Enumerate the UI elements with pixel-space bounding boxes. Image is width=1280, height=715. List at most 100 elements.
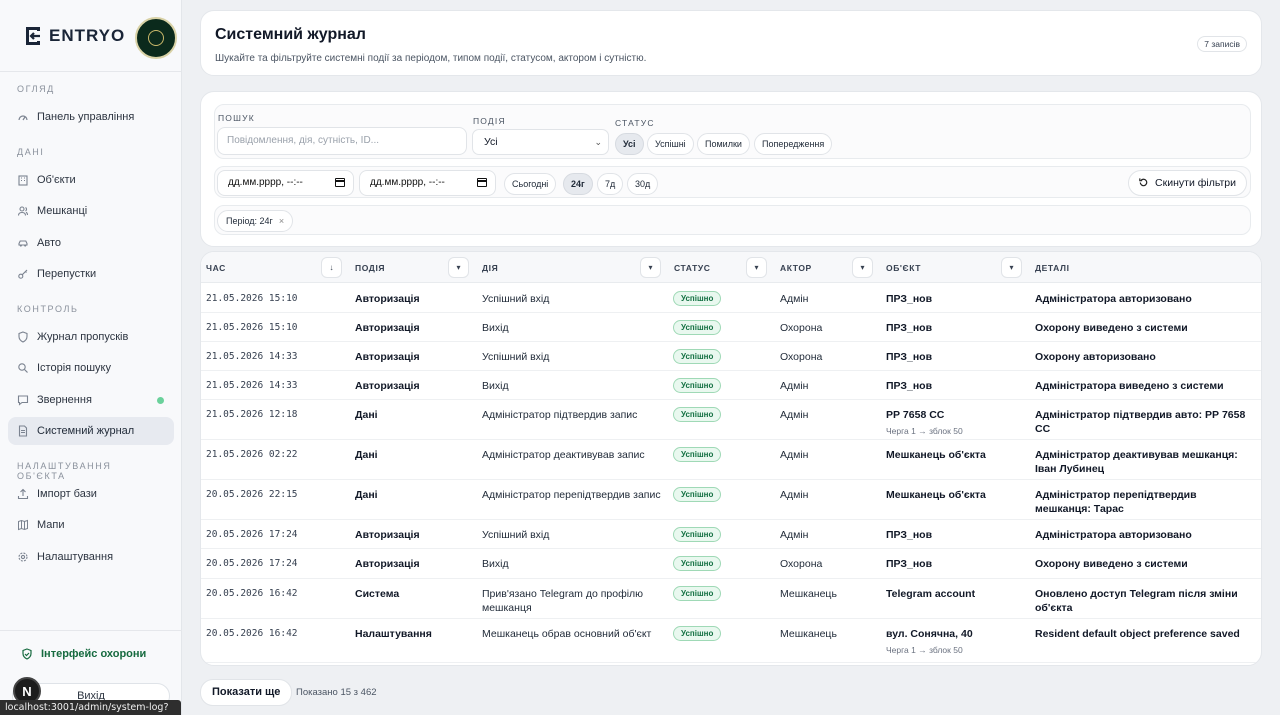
cell-event: Дані (355, 409, 378, 421)
cell-actor: Адмін (780, 380, 809, 392)
status-chip-all[interactable]: Усі (615, 133, 644, 155)
cell-event: Авторизація (355, 293, 420, 305)
active-period-chip[interactable]: Період: 24г × (217, 210, 294, 232)
cell-object-name: ПРЗ_нов (886, 293, 933, 305)
table-row[interactable]: 21.05.2026 14:33 Авторизація Вихід Успішно А… (201, 371, 1261, 400)
table-row[interactable]: 20.05.2026 16:42 Налаштування Мешканець об… (201, 619, 1261, 663)
cell-object-name: ПРЗ_нов (886, 322, 933, 334)
date-to-input[interactable]: дд.мм.рррр, --:-- (359, 170, 496, 196)
table-row[interactable]: 20.05.2026 22:15 Дані Адміністратор перепі… (201, 480, 1261, 520)
cell-object: ПРЗ_нов (886, 528, 1026, 542)
table-row[interactable]: 21.05.2026 14:33 Авторизація Успішний вхід… (201, 342, 1261, 371)
table-row[interactable]: 21.05.2026 15:10 Авторизація Успішний вхід… (201, 284, 1261, 313)
status-chip-errors[interactable]: Помилки (697, 133, 750, 155)
column-header-object[interactable]: ОБ'ЄКТ (886, 263, 921, 273)
cell-time: 20.05.2026 16:42 (206, 588, 298, 599)
column-header-time[interactable]: ЧАС (206, 263, 226, 273)
calendar-icon[interactable] (335, 178, 345, 187)
cell-action: Адміністратор перепідтвердив запис (482, 489, 661, 501)
guard-interface-link[interactable]: Інтерфейс охорони (0, 631, 182, 660)
brand-logo[interactable]: ENTRYO (22, 25, 125, 47)
table-row[interactable]: 20.05.2026 17:24 Авторизація Вихід Успішно О… (201, 549, 1261, 579)
shield-icon (17, 331, 29, 343)
sidebar-item-building[interactable]: Об'єкти (8, 166, 174, 194)
period-chip-today[interactable]: Сьогодні (504, 173, 557, 195)
entryo-logo-icon (22, 25, 44, 47)
column-menu-icon[interactable]: ▾ (1001, 257, 1022, 278)
cell-object-name: Telegram account (886, 588, 976, 600)
search-label: ПОШУК (218, 113, 255, 123)
date-from-input[interactable]: дд.мм.рррр, --:-- (217, 170, 354, 196)
sidebar-item-label: Звернення (37, 393, 92, 406)
table-row[interactable]: 21.05.2026 12:18 Дані Адміністратор підтве… (201, 400, 1261, 440)
column-header-details[interactable]: ДЕТАЛІ (1035, 263, 1070, 273)
sidebar-section-title: КОНТРОЛЬ (17, 304, 79, 314)
sidebar-item-document[interactable]: Системний журнал (8, 416, 174, 445)
sidebar-item-map[interactable]: Мапи (8, 511, 174, 539)
column-header-status[interactable]: СТАТУС (674, 263, 711, 273)
cell-object: Мешканець об'єкта (886, 448, 1026, 462)
cell-object: Мешканець об'єкта (886, 488, 1026, 502)
cell-action: Вихід (482, 380, 509, 392)
sidebar-item-dashboard[interactable]: Панель управління (8, 103, 174, 131)
cell-event: Авторизація (355, 351, 420, 363)
date-from-value: дд.мм.рррр, --:-- (228, 177, 303, 188)
cell-actor: Адмін (780, 489, 809, 501)
cell-action: Успішний вхід (482, 293, 550, 305)
sidebar-item-upload[interactable]: Імпорт бази (8, 480, 174, 508)
column-header-action[interactable]: ДІЯ (482, 263, 498, 273)
sidebar-item-label: Панель управління (37, 111, 135, 123)
column-menu-icon[interactable]: ▾ (746, 257, 767, 278)
status-chip-success[interactable]: Успішні (647, 133, 694, 155)
table-row[interactable]: 20.05.2026 17:24 Авторизація Успішний вхід… (201, 520, 1261, 549)
search-input[interactable]: Повідомлення, дія, сутність, ID... (217, 127, 467, 155)
column-menu-icon[interactable]: ▾ (640, 257, 661, 278)
close-icon[interactable]: × (279, 216, 284, 226)
table-row[interactable]: 20.05.2026 16:42 Система Прив'язано Telegr… (201, 579, 1261, 619)
cell-object-sub: Черга 1 → зблок 50 (886, 426, 963, 436)
column-menu-icon[interactable]: ▾ (448, 257, 469, 278)
cell-details: Охорону авторизовано (1035, 351, 1156, 363)
status-badge: Успішно (673, 487, 722, 502)
sidebar-item-label: Перепустки (37, 267, 97, 280)
period-chip-7d[interactable]: 7д (597, 173, 624, 195)
chevron-down-icon: ⌄ (594, 137, 602, 147)
unread-indicator (157, 396, 164, 404)
cell-time: 21.05.2026 14:33 (206, 380, 298, 391)
reset-filters-button[interactable]: Скинути фільтри (1128, 170, 1247, 196)
sidebar-item-message[interactable]: Звернення (8, 386, 174, 414)
sidebar-item-car[interactable]: Авто (8, 229, 174, 257)
table-row[interactable]: 21.05.2026 15:10 Авторизація Вихід Успішно О… (201, 313, 1261, 342)
calendar-icon[interactable] (477, 178, 487, 187)
building-icon (17, 174, 29, 186)
cell-event: Авторизація (355, 558, 420, 570)
cell-object: РР 7658 СС Черга 1 → зблок 50 (886, 408, 1026, 438)
sidebar-item-search[interactable]: Історія пошуку (8, 354, 174, 382)
show-more-button[interactable]: Показати ще (200, 679, 293, 706)
sort-desc-icon[interactable]: ↓ (321, 257, 342, 278)
sidebar-item-key[interactable]: Перепустки (8, 260, 174, 288)
sidebar-item-label: Системний журнал (37, 424, 135, 437)
sidebar-section-title: ОГЛЯД (17, 84, 55, 94)
period-chip-30d[interactable]: 30д (627, 173, 659, 195)
table-row[interactable]: 21.05.2026 02:22 Дані Адміністратор деакти… (201, 440, 1261, 480)
status-chip-warnings[interactable]: Попередження (754, 133, 833, 155)
cell-event: Система (355, 588, 400, 600)
cell-object: ПРЗ_нов (886, 350, 1026, 364)
page-subtitle: Шукайте та фільтруйте системні події за … (215, 53, 647, 64)
active-filters-row: Період: 24г × (214, 205, 1251, 235)
cell-object-name: Мешканець об'єкта (886, 489, 986, 501)
cell-details: Охорону виведено з системи (1035, 322, 1188, 334)
sidebar-item-users[interactable]: Мешканці (8, 197, 174, 225)
cell-object-sub: Черга 1 → зблок 50 (886, 645, 963, 655)
cell-object: ПРЗ_нов (886, 379, 1026, 393)
column-menu-icon[interactable]: ▾ (852, 257, 873, 278)
cell-details: Адміністратора авторизовано (1035, 293, 1192, 305)
cell-object: ПРЗ_нов (886, 321, 1026, 335)
sidebar-item-gear[interactable]: Налаштування (8, 543, 174, 571)
period-chip-24h[interactable]: 24г (563, 173, 593, 195)
column-header-actor[interactable]: АКТОР (780, 263, 812, 273)
sidebar-item-shield[interactable]: Журнал пропусків (8, 323, 174, 351)
event-select[interactable]: Усі ⌄ (472, 129, 609, 155)
column-header-event[interactable]: ПОДІЯ (355, 263, 385, 273)
